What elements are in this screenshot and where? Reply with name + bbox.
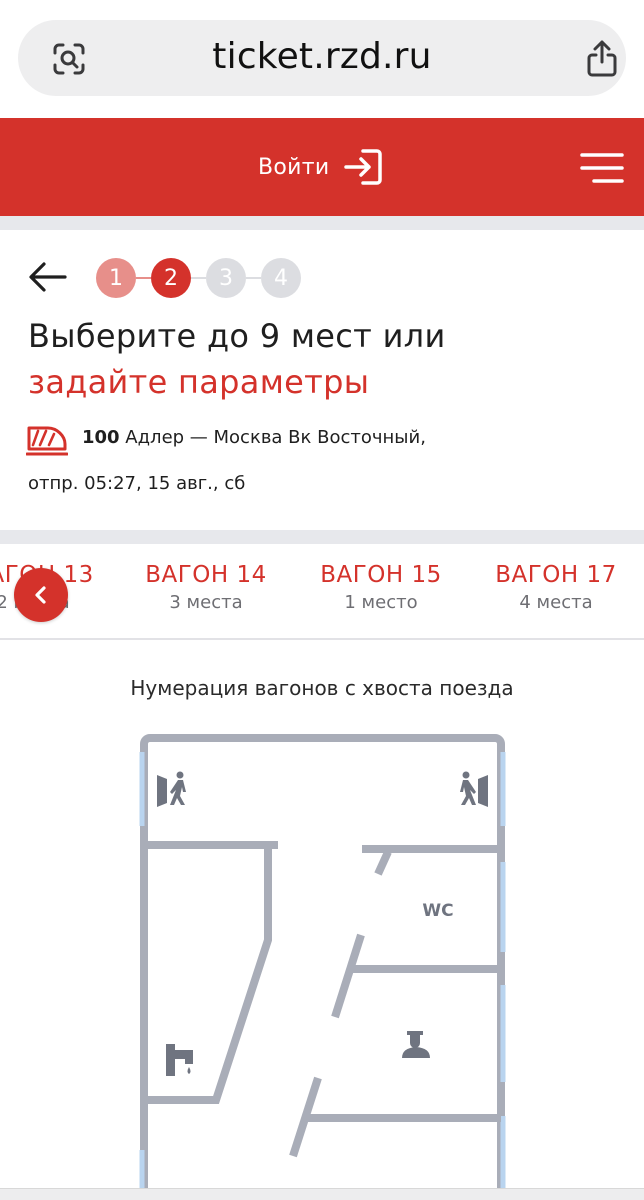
separator [0,530,644,544]
door-segment [331,933,365,1019]
back-arrow-icon[interactable] [28,260,68,294]
booking-header: 1 2 3 4 Выберите до 9 мест или задайте п… [0,230,644,530]
step-connector [246,277,261,279]
step-2[interactable]: 2 [151,258,191,298]
step-3: 3 [206,258,246,298]
address-bar[interactable]: ticket.rzd.ru [18,20,626,96]
attendant-icon [402,1031,430,1058]
page-title: Выберите до 9 мест или [28,317,446,355]
wagon-seats: 1 место [344,592,418,613]
chevron-left-icon [35,586,46,604]
hamburger-menu-icon[interactable] [580,152,624,184]
previous-wagon-button[interactable] [14,568,68,622]
wagon-name: ВАГОН 15 [320,562,442,588]
url-text[interactable]: ticket.rzd.ru [18,36,626,77]
browser-bar: ticket.rzd.ru [0,0,644,118]
browser-bottom-bar [0,1188,644,1200]
exit-left-icon [157,771,186,807]
wagon-numbering-note: Нумерация вагонов с хвоста поезда [130,676,514,700]
wagon-windows [139,752,506,1196]
wagon-seats: 3 места [169,592,243,613]
water-tap-icon [166,1044,193,1076]
login-arrow-icon [344,149,383,185]
door-segment [374,850,392,876]
login-button[interactable]: Войти [258,144,385,190]
share-icon[interactable] [584,38,620,78]
wagon-tab-14[interactable]: ВАГОН 14 3 места [140,562,272,613]
wagon-tabs: ВАГОН 13 2 места ВАГОН 14 3 места ВАГОН … [0,544,644,640]
train-number: 100 [82,427,120,448]
train-route-text: Адлер — Москва Вк Восточный, [119,427,426,448]
step-1[interactable]: 1 [96,258,136,298]
train-icon [26,426,68,456]
site-header: Войти [0,118,644,216]
wagon-tab-15[interactable]: ВАГОН 15 1 место [315,562,447,613]
train-route: 100 Адлер — Москва Вк Восточный, [82,427,426,448]
step-connector [136,277,151,279]
separator [0,216,644,230]
wagon-scheme: WC [139,734,506,1200]
set-parameters-link[interactable]: задайте параметры [28,358,369,406]
exit-right-icon [460,771,488,807]
wagon-seats: 4 места [519,592,593,613]
wagon-name: ВАГОН 17 [495,562,617,588]
train-departure: отпр. 05:27, 15 авг., сб [28,473,246,494]
wagon-tab-17[interactable]: ВАГОН 17 4 места [490,562,622,613]
login-label: Войти [258,154,330,180]
wagon-name: ВАГОН 14 [145,562,267,588]
left-compartment-wall [144,845,272,1104]
step-connector [191,277,206,279]
step-4: 4 [261,258,301,298]
stepper: 1 2 3 4 [96,258,301,298]
wc-label: WC [422,901,453,921]
